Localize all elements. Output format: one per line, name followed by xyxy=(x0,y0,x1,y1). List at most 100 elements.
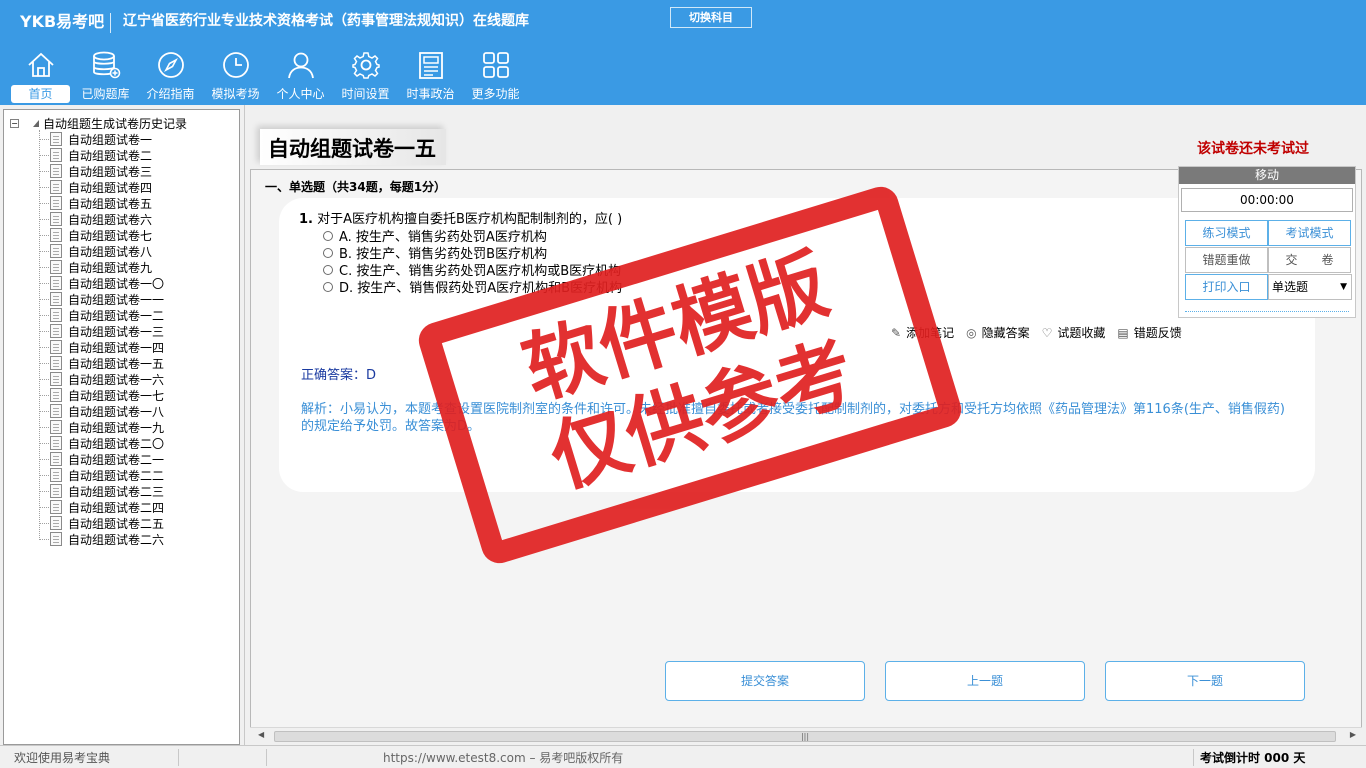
tree-item[interactable]: 自动组题试卷四 xyxy=(34,179,164,195)
tree-item-label: 自动组题试卷二五 xyxy=(68,516,165,531)
tree-item[interactable]: 自动组题试卷二二 xyxy=(34,467,164,483)
tree-item[interactable]: 自动组题试卷二〇 xyxy=(34,435,164,451)
copyright-text: https://www.etest8.com – 易考吧版权所有 xyxy=(383,751,624,765)
tree-item-label: 自动组题试卷二 xyxy=(68,148,153,163)
nav-label: 时间设置 xyxy=(341,87,390,101)
tree-item[interactable]: 自动组题试卷一三 xyxy=(34,323,164,339)
practice-mode-button[interactable]: 练习模式 xyxy=(1185,220,1268,246)
move-handle[interactable]: 移动 xyxy=(1179,167,1355,184)
tree-connector xyxy=(39,410,49,412)
brand-divider xyxy=(110,12,112,33)
folder-arrow-icon xyxy=(33,119,39,127)
tree-item[interactable]: 自动组题试卷一 xyxy=(34,131,164,147)
tree-item[interactable]: 自动组题试卷一四 xyxy=(34,339,164,355)
tree-item[interactable]: 自动组题试卷二一 xyxy=(34,451,164,467)
tree-item[interactable]: 自动组题试卷七 xyxy=(34,227,164,243)
tree-item[interactable]: 自动组题试卷五 xyxy=(34,195,164,211)
scroll-thumb[interactable]: ||| xyxy=(274,731,1336,742)
radio-icon[interactable] xyxy=(323,230,333,241)
exam-mode-button[interactable]: 考试模式 xyxy=(1268,220,1351,246)
exam-control-panel: 移动 00:00:00 练习模式 考试模式 错题重做 交 卷 打印入口 单选题 ▼ xyxy=(1178,166,1356,318)
tree-item-label: 自动组题试卷一 xyxy=(68,132,153,147)
horizontal-scrollbar[interactable]: ◀ ||| ▶ xyxy=(250,727,1362,744)
tree-item[interactable]: 自动组题试卷一〇 xyxy=(34,275,164,291)
tree-root[interactable]: − 自动组题生成试卷历史记录 xyxy=(10,115,187,131)
tree-item[interactable]: 自动组题试卷一七 xyxy=(34,387,164,403)
scroll-right-icon[interactable]: ▶ xyxy=(1350,730,1356,739)
nav-home[interactable]: 首页 xyxy=(8,50,73,106)
hand-in-button[interactable]: 交 卷 xyxy=(1268,247,1351,273)
chevron-down-icon: ▼ xyxy=(1340,282,1347,292)
option-c[interactable]: C. 按生产、销售劣药处罚A医疗机构或B医疗机构 xyxy=(323,261,622,279)
switch-subject-button[interactable]: 切换科目 xyxy=(670,7,752,28)
document-icon xyxy=(50,356,62,370)
tree-connector xyxy=(39,154,49,156)
navigation-buttons: 提交答案 上一题 下一题 xyxy=(665,661,1325,701)
redo-wrong-button[interactable]: 错题重做 xyxy=(1185,247,1268,273)
previous-question-button[interactable]: 上一题 xyxy=(885,661,1085,701)
document-icon xyxy=(50,276,62,290)
nav-guide[interactable]: 介绍指南 xyxy=(138,50,203,106)
tree-connector xyxy=(39,378,49,380)
tree-item[interactable]: 自动组题试卷二四 xyxy=(34,499,164,515)
nav-label: 介绍指南 xyxy=(146,87,195,101)
nav-more[interactable]: 更多功能 xyxy=(463,50,528,106)
radio-icon[interactable] xyxy=(323,247,333,258)
tree-item-label: 自动组题试卷一一 xyxy=(68,292,165,307)
nav-mock-exam[interactable]: 模拟考场 xyxy=(203,50,268,106)
submit-answer-button[interactable]: 提交答案 xyxy=(665,661,865,701)
document-icon xyxy=(50,420,62,434)
history-tree[interactable]: − 自动组题生成试卷历史记录 自动组题试卷一 自动组题试卷二 自动组题试卷三 自动组题… xyxy=(3,109,240,745)
tree-item[interactable]: 自动组题试卷二 xyxy=(34,147,164,163)
nav-label: 个人中心 xyxy=(276,87,325,101)
tree-item[interactable]: 自动组题试卷九 xyxy=(34,259,164,275)
tree-item-label: 自动组题试卷二二 xyxy=(68,468,165,483)
tree-item[interactable]: 自动组题试卷一五 xyxy=(34,355,164,371)
report-error-button[interactable]: ▤ 错题反馈 xyxy=(1117,324,1181,341)
option-a[interactable]: A. 按生产、销售劣药处罚A医疗机构 xyxy=(323,227,622,245)
next-question-button[interactable]: 下一题 xyxy=(1105,661,1305,701)
nav-purchased-banks[interactable]: 已购题库 xyxy=(73,50,138,106)
nav-time-settings[interactable]: 时间设置 xyxy=(333,50,398,106)
question-type-select[interactable]: 单选题 ▼ xyxy=(1268,274,1352,300)
nav-current-affairs[interactable]: 时事政治 xyxy=(398,50,463,106)
tree-connector xyxy=(39,202,49,204)
tree-item-label: 自动组题试卷一八 xyxy=(68,404,165,419)
clock-icon xyxy=(222,52,249,78)
tree-item[interactable]: 自动组题试卷一二 xyxy=(34,307,164,323)
tree-item[interactable]: 自动组题试卷一八 xyxy=(34,403,164,419)
hide-answer-button[interactable]: ◎ 隐藏答案 xyxy=(966,324,1030,341)
tree-item[interactable]: 自动组题试卷二五 xyxy=(34,515,164,531)
home-icon xyxy=(27,52,54,77)
tree-item[interactable]: 自动组题试卷二三 xyxy=(34,483,164,499)
nav-label: 更多功能 xyxy=(471,87,520,101)
document-icon xyxy=(50,468,62,482)
scroll-left-icon[interactable]: ◀ xyxy=(258,730,264,739)
tree-item-label: 自动组题试卷五 xyxy=(68,196,153,211)
tree-item[interactable]: 自动组题试卷三 xyxy=(34,163,164,179)
document-icon xyxy=(50,180,62,194)
collapse-toggle-icon[interactable]: − xyxy=(10,118,19,128)
heart-icon: ♡ xyxy=(1041,325,1053,340)
section-heading: 一、单选题（共34题，每题1分） xyxy=(265,180,447,194)
tree-item-label: 自动组题试卷六 xyxy=(68,212,153,227)
document-icon xyxy=(50,372,62,386)
tree-connector xyxy=(39,538,49,540)
nav-profile[interactable]: 个人中心 xyxy=(268,50,333,106)
tree-item[interactable]: 自动组题试卷一一 xyxy=(34,291,164,307)
print-entry-button[interactable]: 打印入口 xyxy=(1185,274,1268,300)
tree-connector xyxy=(39,282,49,284)
tree-item[interactable]: 自动组题试卷八 xyxy=(34,243,164,259)
user-icon xyxy=(287,52,314,79)
radio-icon[interactable] xyxy=(323,264,333,275)
tree-item[interactable]: 自动组题试卷一九 xyxy=(34,419,164,435)
option-b[interactable]: B. 按生产、销售劣药处罚B医疗机构 xyxy=(323,244,622,262)
eye-icon: ◎ xyxy=(966,325,977,340)
radio-icon[interactable] xyxy=(323,281,333,292)
favorite-button[interactable]: ♡ 试题收藏 xyxy=(1042,324,1106,341)
tree-item[interactable]: 自动组题试卷二六 xyxy=(34,531,164,547)
tree-item[interactable]: 自动组题试卷一六 xyxy=(34,371,164,387)
document-icon xyxy=(50,148,62,162)
document-icon xyxy=(50,484,62,498)
tree-item[interactable]: 自动组题试卷六 xyxy=(34,211,164,227)
